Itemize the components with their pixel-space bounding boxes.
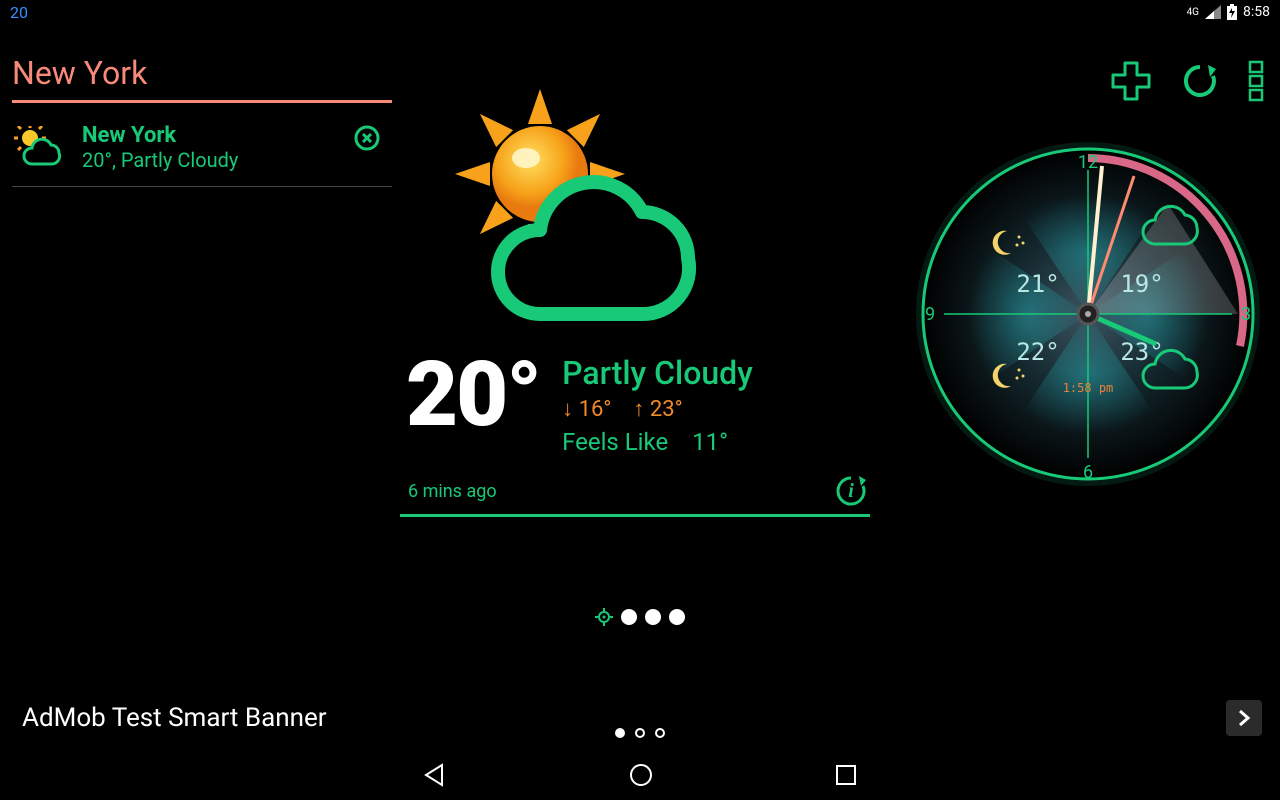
main-weather-panel: 20° Partly Cloudy ↓ 16° ↑ 23° Feels Like… <box>400 84 870 517</box>
weather-detail: Partly Cloudy ↓ 16° ↑ 23° Feels Like 11° <box>562 354 753 456</box>
clock-temp-tr: 19° <box>1120 270 1163 298</box>
current-temperature: 20° <box>406 350 540 440</box>
back-icon <box>422 762 448 788</box>
ad-dot <box>615 728 625 738</box>
status-right: 4G 8:58 <box>1187 4 1270 20</box>
clock-temp-bl: 22° <box>1016 338 1059 366</box>
plus-icon <box>1110 60 1152 102</box>
current-city-title: New York <box>12 54 392 103</box>
info-refresh-icon: i <box>834 474 868 508</box>
action-toolbar <box>1110 60 1264 102</box>
svg-text:9: 9 <box>925 304 935 325</box>
update-row: 6 mins ago i <box>400 470 870 517</box>
temperature-readout: 20° Partly Cloudy ↓ 16° ↑ 23° Feels Like… <box>400 350 870 456</box>
location-list-item[interactable]: New York 20°, Partly Cloudy <box>12 103 392 187</box>
recents-button[interactable] <box>834 763 858 787</box>
app-content: New York New York 20°, Partly Cloudy <box>0 24 1280 750</box>
ad-dot <box>635 728 645 738</box>
refresh-icon <box>1180 61 1220 101</box>
status-time: 8:58 <box>1243 4 1270 20</box>
condition-label: Partly Cloudy <box>562 354 753 392</box>
home-icon <box>628 762 654 788</box>
temp-range: ↓ 16° ↑ 23° <box>562 396 753 422</box>
last-updated: 6 mins ago <box>408 481 497 502</box>
page-dot[interactable] <box>669 609 685 625</box>
ad-banner[interactable]: AdMob Test Smart Banner <box>0 686 1280 750</box>
info-refresh-button[interactable]: i <box>834 474 868 508</box>
add-location-button[interactable] <box>1110 60 1152 102</box>
page-dot[interactable] <box>621 609 637 625</box>
weather-pager[interactable] <box>595 608 685 626</box>
high-temp: 23° <box>650 397 683 422</box>
clock-svg: 12 3 6 9 21° 19° 22° 23° 1:58 pm <box>908 134 1268 494</box>
location-condition: 20°, Partly Cloudy <box>82 148 238 172</box>
locations-sidebar: New York New York 20°, Partly Cloudy <box>12 54 392 187</box>
low-temp: 16° <box>579 397 612 422</box>
weather-hero-icon <box>430 84 750 344</box>
menu-dots-icon <box>1248 60 1264 102</box>
ad-banner-pager <box>615 728 665 738</box>
clock-time-label: 1:58 pm <box>1063 381 1114 395</box>
feels-like-value: 11° <box>692 428 728 456</box>
close-circle-icon <box>354 125 380 151</box>
back-button[interactable] <box>422 762 448 788</box>
battery-icon <box>1227 4 1237 20</box>
refresh-button[interactable] <box>1180 61 1220 101</box>
locate-icon <box>595 608 613 626</box>
home-button[interactable] <box>628 762 654 788</box>
location-info: New York 20°, Partly Cloudy <box>82 123 238 172</box>
ad-banner-text: AdMob Test Smart Banner <box>22 703 327 733</box>
svg-text:12: 12 <box>1078 152 1098 173</box>
clock-weather-widget[interactable]: 12 3 6 9 21° 19° 22° 23° 1:58 pm <box>908 134 1268 494</box>
partly-cloudy-icon <box>12 126 68 170</box>
page-dot[interactable] <box>645 609 661 625</box>
network-label: 4G <box>1187 7 1199 18</box>
clock-temp-tl: 21° <box>1016 270 1059 298</box>
status-left-value: 20 <box>10 3 28 22</box>
delete-location-button[interactable] <box>354 125 380 151</box>
ad-dot <box>655 728 665 738</box>
menu-button[interactable] <box>1248 60 1264 102</box>
recents-icon <box>834 763 858 787</box>
signal-icon <box>1205 5 1221 19</box>
chevron-right-icon <box>1236 710 1252 726</box>
svg-text:6: 6 <box>1083 462 1093 483</box>
svg-text:3: 3 <box>1241 304 1251 325</box>
clock-temp-br: 23° <box>1120 338 1163 366</box>
android-status-bar: 20 4G 8:58 <box>0 0 1280 24</box>
android-nav-bar <box>0 750 1280 800</box>
feels-like: Feels Like 11° <box>562 428 753 456</box>
ad-next-button[interactable] <box>1226 700 1262 736</box>
location-name: New York <box>82 123 238 148</box>
svg-text:i: i <box>848 480 854 502</box>
